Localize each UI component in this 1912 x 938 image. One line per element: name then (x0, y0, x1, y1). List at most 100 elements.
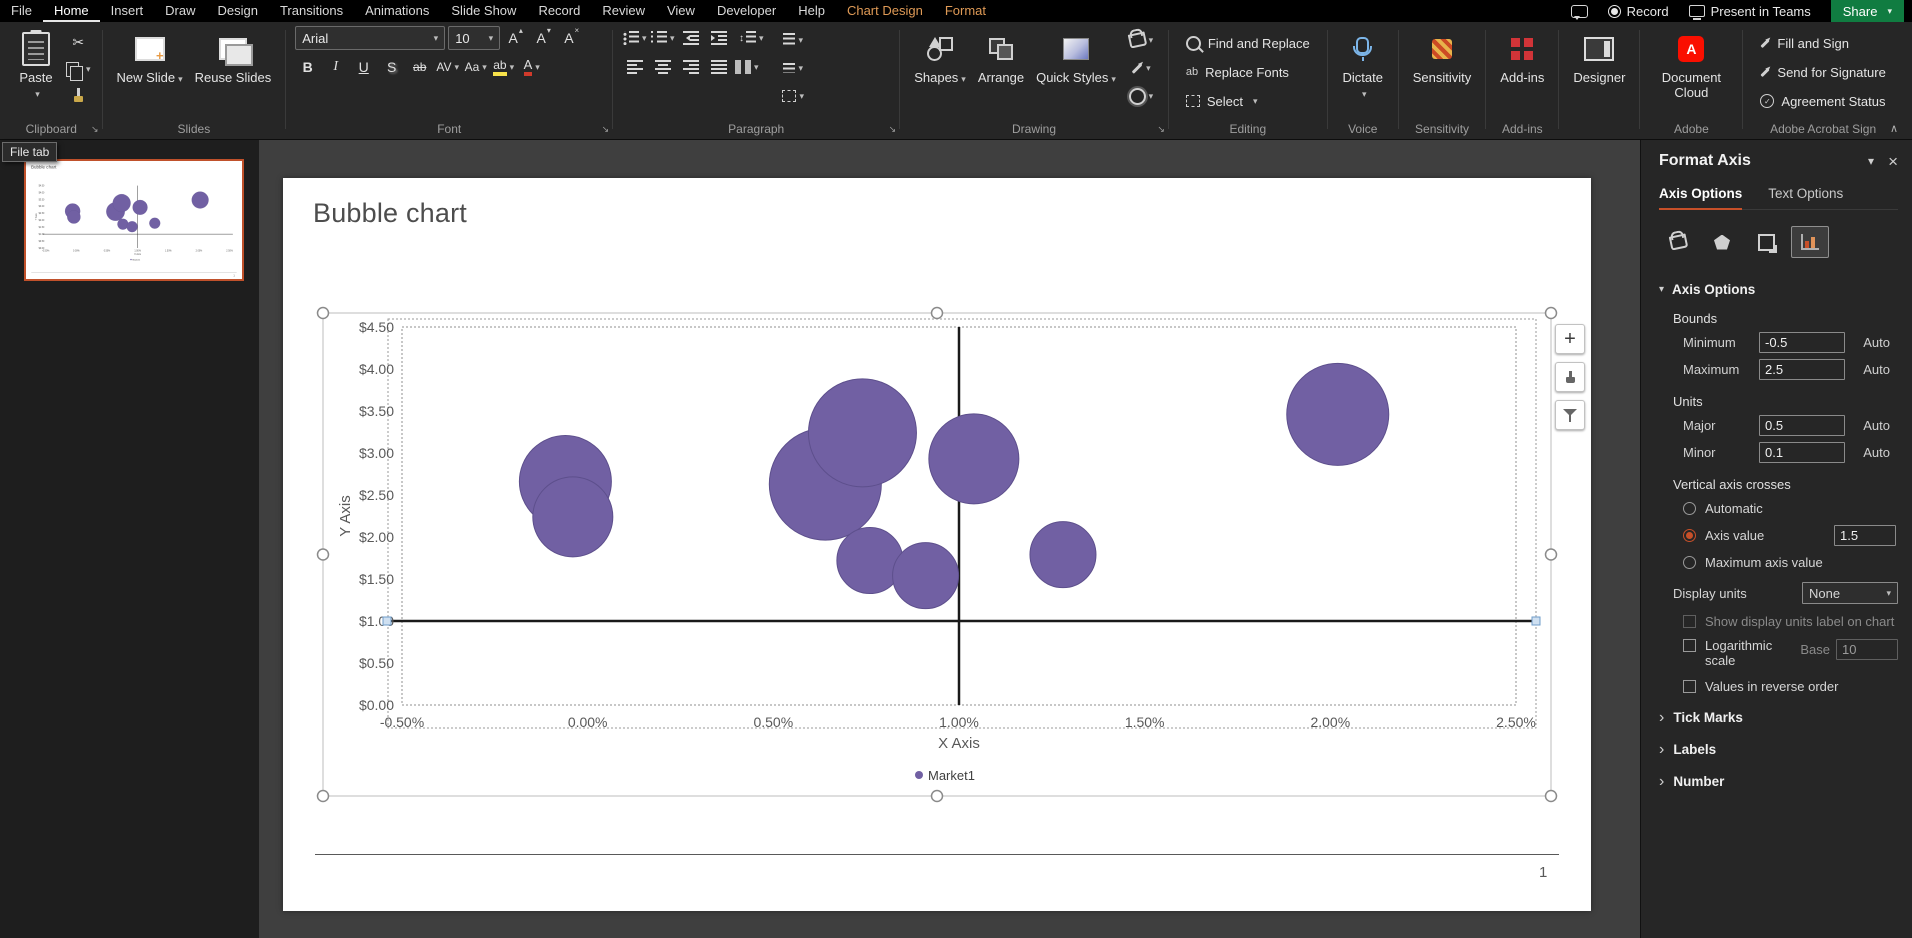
selection-handle[interactable] (1544, 789, 1558, 803)
menu-insert[interactable]: Insert (100, 0, 155, 22)
maximum-input[interactable] (1759, 359, 1845, 380)
menu-chart-design[interactable]: Chart Design (836, 0, 934, 22)
minimum-auto-button[interactable]: Auto (1857, 333, 1896, 352)
menu-developer[interactable]: Developer (706, 0, 787, 22)
major-input[interactable] (1759, 415, 1845, 436)
dialog-launcher-icon[interactable]: ↘ (1157, 124, 1165, 135)
dialog-launcher-icon[interactable]: ↘ (91, 124, 99, 135)
tab-text-options[interactable]: Text Options (1768, 186, 1843, 209)
display-units-select[interactable]: None ▾ (1802, 582, 1898, 604)
text-highlight-color-button[interactable]: ab ▾ (491, 55, 516, 79)
paste-button[interactable]: Paste ▾ (10, 26, 62, 114)
clear-formatting-button[interactable]: A × (559, 26, 584, 50)
y-axis-title[interactable]: Y Axis (337, 495, 354, 536)
dictate-button[interactable]: Dictate ▾ (1337, 26, 1389, 114)
menu-design[interactable]: Design (207, 0, 269, 22)
sensitivity-button[interactable]: Sensitivity (1408, 26, 1477, 114)
align-left-button[interactable] (622, 55, 647, 79)
collapse-ribbon-icon[interactable]: ∧ (1890, 122, 1898, 135)
bubble[interactable] (1029, 521, 1097, 589)
pane-close-icon[interactable]: × (1888, 153, 1898, 170)
add-ins-button[interactable]: Add-ins (1495, 26, 1549, 114)
bubble[interactable] (1286, 362, 1390, 466)
automatic-radio[interactable]: Automatic (1683, 501, 1898, 516)
menu-file[interactable]: File (0, 0, 43, 22)
axis-value-input[interactable] (1834, 525, 1896, 546)
shape-outline-button[interactable]: ▾ (1123, 56, 1159, 80)
font-color-button[interactable]: A ▾ (519, 55, 544, 79)
arrange-button[interactable]: Arrange (973, 26, 1029, 114)
values-reverse-checkbox[interactable]: Values in reverse order (1683, 679, 1898, 694)
send-for-signature-button[interactable]: Send for Signature (1752, 59, 1893, 85)
bold-button[interactable]: B (295, 55, 320, 79)
major-auto-button[interactable]: Auto (1857, 416, 1896, 435)
menu-animations[interactable]: Animations (354, 0, 440, 22)
menu-slide-show[interactable]: Slide Show (440, 0, 527, 22)
text-direction-button[interactable]: ▾ (776, 28, 810, 52)
shapes-button[interactable]: Shapes ▾ (909, 26, 971, 114)
menu-transitions[interactable]: Transitions (269, 0, 354, 22)
change-case-button[interactable]: Aa ▾ (463, 55, 488, 79)
menu-format[interactable]: Format (934, 0, 997, 22)
bubble-chart[interactable]: $0.00$0.50$1.00$1.50$2.00$2.50$3.00$3.50… (283, 178, 1591, 911)
record-button[interactable]: Record (1607, 4, 1669, 19)
strikethrough-button[interactable]: ab (407, 55, 432, 79)
bubble[interactable] (532, 476, 614, 558)
dialog-launcher-icon[interactable]: ↘ (602, 124, 610, 135)
selection-handle[interactable] (1544, 548, 1558, 561)
present-in-teams-button[interactable]: Present in Teams (1688, 4, 1811, 19)
thumbnail-slide-preview[interactable]: Bubble chart $0.00 $0.50 $1.00 $1.50 $2.00 $2… (26, 161, 242, 279)
agreement-status-button[interactable]: ✓ Agreement Status (1752, 88, 1893, 114)
slide[interactable]: Bubble chart $0.00 $0.50 $1.00 $1.50 $2.00 $2… (283, 178, 1591, 911)
shape-fill-button[interactable]: ▾ (1123, 28, 1159, 52)
section-tick-marks[interactable]: › Tick Marks (1659, 709, 1898, 726)
maximum-auto-button[interactable]: Auto (1857, 360, 1896, 379)
columns-button[interactable]: ▾ (734, 55, 759, 79)
menu-home[interactable]: Home (43, 0, 100, 22)
bubble[interactable] (836, 527, 904, 595)
decrease-indent-button[interactable] (678, 26, 703, 50)
decrease-font-size-button[interactable]: A ▾ (531, 26, 556, 50)
increase-indent-button[interactable] (706, 26, 731, 50)
shape-effects-button[interactable]: ▾ (1123, 84, 1159, 108)
size-properties-icon[interactable] (1747, 226, 1785, 258)
select-button[interactable]: Select ▾ (1178, 88, 1318, 114)
section-number[interactable]: › Number (1659, 773, 1898, 790)
selection-handle[interactable] (930, 789, 944, 803)
axis-value-radio[interactable]: Axis value (1683, 525, 1898, 546)
pane-options-chevron-icon[interactable]: ▾ (1868, 154, 1874, 168)
selection-handle[interactable] (930, 306, 944, 320)
align-center-button[interactable] (650, 55, 675, 79)
minor-input[interactable] (1759, 442, 1845, 463)
minimum-input[interactable] (1759, 332, 1845, 353)
menu-draw[interactable]: Draw (154, 0, 206, 22)
minor-auto-button[interactable]: Auto (1857, 443, 1896, 462)
menu-help[interactable]: Help (787, 0, 836, 22)
axis-selection-handle[interactable] (382, 616, 392, 626)
text-shadow-button[interactable]: S (379, 55, 404, 79)
convert-to-smartart-button[interactable]: ▾ (776, 84, 810, 108)
designer-button[interactable]: Designer (1568, 26, 1630, 114)
align-text-button[interactable]: ▾ (776, 56, 810, 80)
legend-label[interactable]: Market1 (928, 768, 975, 783)
fill-and-sign-button[interactable]: Fill and Sign (1752, 30, 1893, 56)
base-input[interactable] (1836, 639, 1898, 660)
italic-button[interactable]: I (323, 55, 348, 79)
align-right-button[interactable] (678, 55, 703, 79)
chart-elements-button[interactable]: + (1555, 324, 1585, 354)
dialog-launcher-icon[interactable]: ↘ (889, 124, 897, 135)
bullets-button[interactable]: ▾ (622, 26, 647, 50)
bubble[interactable] (892, 542, 960, 610)
reuse-slides-button[interactable]: Reuse Slides (190, 26, 277, 114)
axis-options-section-header[interactable]: ▾ Axis Options (1659, 282, 1898, 297)
axis-options-chart-icon[interactable] (1791, 226, 1829, 258)
new-slide-button[interactable]: New Slide▾ (112, 26, 188, 114)
comments-icon[interactable] (1570, 4, 1588, 20)
logarithmic-scale-checkbox[interactable]: Logarithmic scale Base (1683, 638, 1898, 669)
cut-button[interactable]: ✂ (64, 30, 93, 54)
increase-font-size-button[interactable]: A ▴ (503, 26, 528, 50)
menu-review[interactable]: Review (591, 0, 656, 22)
menu-record[interactable]: Record (527, 0, 591, 22)
x-axis-title[interactable]: X Axis (938, 735, 980, 752)
copy-button[interactable]: ▾ (64, 57, 93, 81)
